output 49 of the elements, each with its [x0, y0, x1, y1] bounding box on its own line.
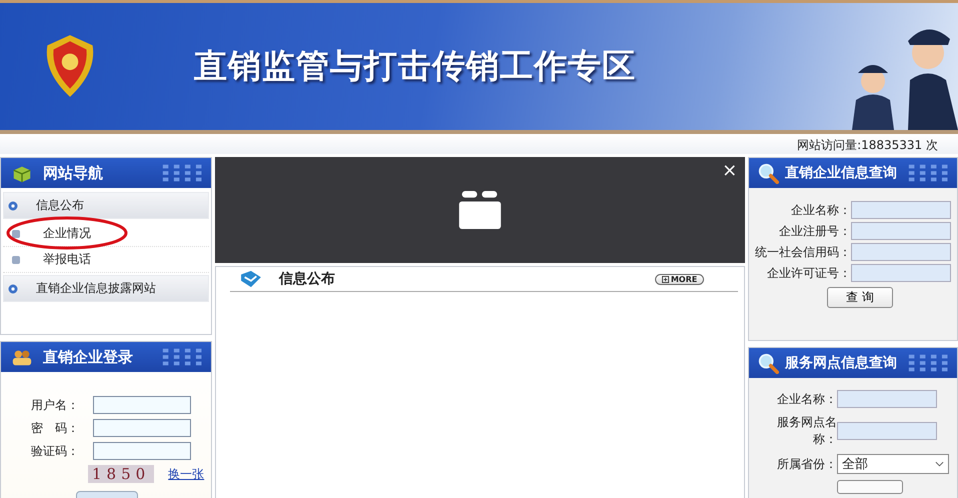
- field-label: 企业名称：: [791, 202, 851, 218]
- bullet-icon: [11, 228, 21, 238]
- input-field[interactable]: [851, 222, 951, 240]
- input-field[interactable]: [93, 419, 191, 437]
- field-label: 所属省份：: [776, 456, 838, 472]
- nav-item[interactable]: 企业情况: [3, 221, 209, 247]
- nav-label: 企业情况: [43, 225, 91, 242]
- input-field[interactable]: [837, 390, 938, 408]
- banner-title: 直销监管与打击传销工作专区: [194, 45, 636, 87]
- close-button[interactable]: ×: [722, 160, 738, 181]
- input-field[interactable]: [851, 201, 951, 219]
- search-icon: [757, 162, 780, 184]
- captcha-image: 1850: [88, 465, 154, 483]
- panel-title: 直销企业信息查询: [785, 164, 898, 182]
- nav-label: 信息公布: [36, 197, 84, 214]
- field-label: 企业名称：: [776, 390, 838, 408]
- input-field[interactable]: [93, 396, 191, 414]
- panel-title: 服务网点信息查询: [785, 354, 898, 372]
- input-field[interactable]: [851, 264, 951, 282]
- input-field[interactable]: [851, 243, 951, 261]
- nav-item[interactable]: 举报电话: [3, 247, 209, 273]
- query-button[interactable]: 查 询: [827, 287, 894, 308]
- bullet-icon: [8, 200, 18, 210]
- nav-label: 直销企业信息披露网站: [36, 280, 156, 297]
- nav-section[interactable]: 信息公布: [3, 192, 209, 219]
- more-button[interactable]: MORE: [654, 274, 704, 284]
- search-button[interactable]: [837, 480, 904, 494]
- bullet-icon: [11, 254, 21, 264]
- nav-label: 举报电话: [43, 251, 91, 268]
- panel-title: 网站导航: [43, 164, 103, 182]
- refresh-link[interactable]: 换一张: [168, 466, 204, 482]
- input-field[interactable]: [837, 422, 938, 440]
- nav-section[interactable]: 直销企业信息披露网站: [3, 275, 209, 302]
- field-label: 验证码：: [31, 442, 80, 460]
- window-icon: [459, 191, 501, 229]
- province-dropdown[interactable]: 全部: [837, 454, 950, 474]
- field-label: 企业许可证号：: [767, 264, 851, 282]
- field-label: 服务网点名称：: [776, 414, 838, 448]
- panel-title: 直销企业登录: [43, 348, 133, 366]
- field-label: 密 码：: [31, 420, 80, 436]
- search-icon: [757, 352, 780, 374]
- chevron-icon: [935, 461, 944, 467]
- field-label: 用户名：: [31, 396, 80, 414]
- news-title: 信息公布: [278, 270, 336, 288]
- field-label: 统一社会信用码：: [755, 244, 851, 260]
- bullet-icon: [8, 284, 18, 294]
- input-field[interactable]: [93, 442, 191, 460]
- plus-icon: [662, 276, 669, 282]
- field-label: 企业注册号：: [779, 222, 851, 240]
